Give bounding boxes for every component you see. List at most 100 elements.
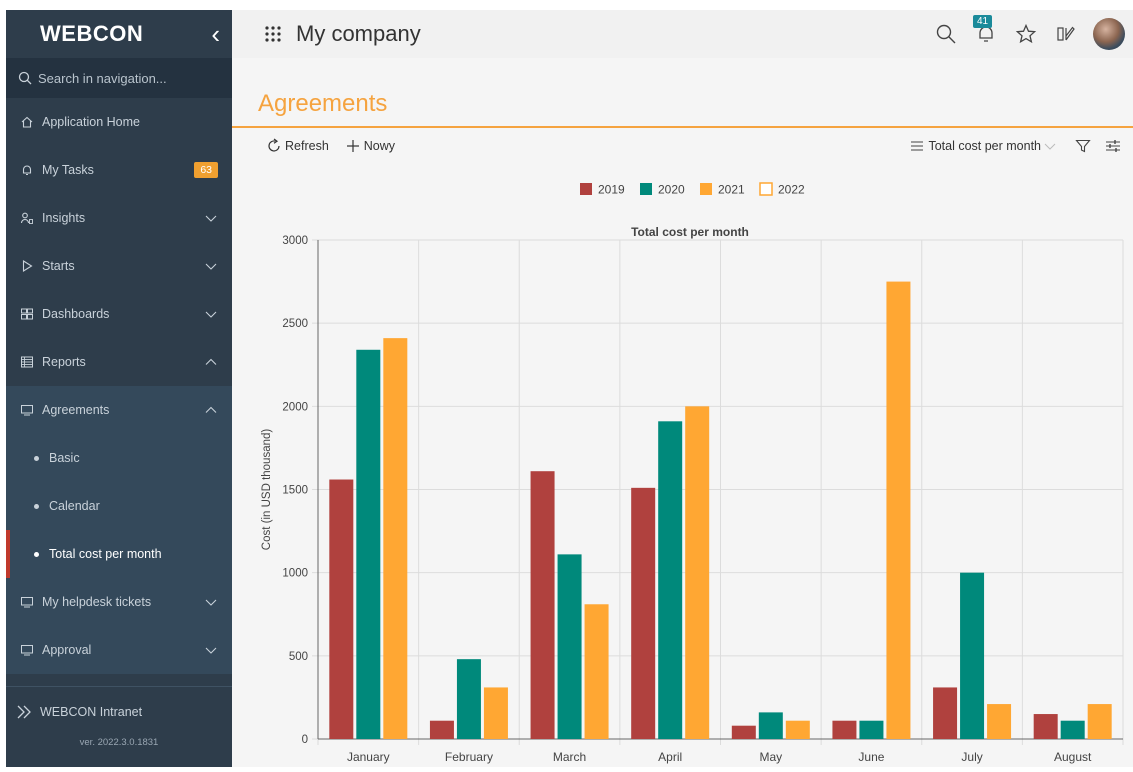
notifications-button[interactable]: 41 <box>973 15 997 45</box>
top-bar-actions: 41 <box>917 10 1125 58</box>
sidebar-item-agreements[interactable]: Agreements <box>6 386 232 434</box>
app-grid-icon[interactable] <box>262 23 284 45</box>
navigation-search-placeholder: Search in navigation... <box>38 70 167 86</box>
home-icon <box>19 114 35 130</box>
view-selector-label: Total cost per month <box>928 139 1041 153</box>
filter-icon[interactable] <box>1075 138 1091 154</box>
legend-swatch <box>700 183 712 195</box>
notification-count-badge: 41 <box>973 15 993 28</box>
new-button-label: Nowy <box>363 139 396 153</box>
y-tick-label: 0 <box>302 734 308 746</box>
sidebar-item-application-home[interactable]: Application Home <box>6 98 232 146</box>
list-icon <box>911 141 924 151</box>
bar-2020-august <box>1060 720 1085 739</box>
bar-2020-february <box>456 659 481 739</box>
y-tick-label: 2500 <box>282 318 308 330</box>
settings-sliders-icon[interactable] <box>1105 138 1121 154</box>
sidebar-subitem-label: Basic <box>49 451 80 465</box>
bar-2020-march <box>557 554 582 739</box>
navigation-search[interactable]: Search in navigation... <box>6 58 232 98</box>
sidebar-item-reports[interactable]: Reports <box>6 338 232 386</box>
report-list-icon <box>19 354 35 370</box>
monitor-icon <box>19 642 35 658</box>
app-window: WEBCON ‹ Search in navigation... Applica… <box>0 0 1133 767</box>
bar-2021-january <box>383 338 408 739</box>
collapse-sidebar-button[interactable]: ‹ <box>211 21 220 47</box>
star-icon <box>1015 23 1037 44</box>
panel-toggle-button[interactable] <box>1055 23 1077 45</box>
intranet-link[interactable]: WEBCON Intranet <box>6 687 232 737</box>
sidebar-subitem-total-cost-per-month[interactable]: Total cost per month <box>6 530 232 578</box>
legend-swatch <box>580 183 592 195</box>
y-axis-label: Cost (in USD thousand) <box>261 429 273 551</box>
y-tick-label: 1500 <box>282 485 308 497</box>
x-tick-label: March <box>553 750 586 764</box>
legend-swatch <box>759 182 773 196</box>
title-underline <box>232 126 1133 128</box>
sidebar-item-label: My helpdesk tickets <box>42 595 152 609</box>
sidebar-item-starts[interactable]: Starts <box>6 242 232 290</box>
new-button[interactable]: Nowy <box>345 138 395 154</box>
top-bar: My company 41 <box>232 10 1133 58</box>
view-selector[interactable]: Total cost per month <box>910 139 1061 153</box>
chevron-down-icon <box>1044 143 1056 150</box>
bar-2020-april <box>658 421 683 739</box>
sidebar-subitem-calendar[interactable]: Calendar <box>6 482 232 530</box>
total-cost-chart: 2019 2020 2021 2022 Total cost per month 0 500… <box>261 182 1124 764</box>
sidebar-item-approval[interactable]: Approval <box>6 626 232 674</box>
user-avatar[interactable] <box>1093 18 1125 50</box>
y-tick-label: 500 <box>289 651 308 663</box>
refresh-button[interactable]: Refresh <box>266 138 329 154</box>
bar-2021-may <box>785 720 810 739</box>
sidebar-item-dashboards[interactable]: Dashboards <box>6 290 232 338</box>
refresh-icon <box>268 138 280 152</box>
chevron-down-icon <box>205 599 217 606</box>
sidebar: WEBCON ‹ Search in navigation... Applica… <box>6 10 232 767</box>
x-tick-label: January <box>347 750 390 764</box>
sidebar-subitem-basic[interactable]: Basic <box>6 434 232 482</box>
play-icon <box>19 258 35 274</box>
reports-submenu: Agreements Basic Calendar Total cost per… <box>6 386 232 674</box>
sidebar-item-my-tasks[interactable]: My Tasks 63 <box>6 146 232 194</box>
sidebar-item-label: My Tasks <box>42 163 94 177</box>
bar-2021-february <box>483 687 508 739</box>
refresh-button-label: Refresh <box>285 139 329 153</box>
x-tick-label: August <box>1054 750 1092 764</box>
x-tick-label: February <box>445 750 493 764</box>
sidebar-item-my-helpdesk-tickets[interactable]: My helpdesk tickets <box>6 578 232 626</box>
task-count-badge: 63 <box>194 162 218 178</box>
chevron-down-icon <box>205 311 217 318</box>
main-content: Agreements Refresh Nowy Total cost per m… <box>232 58 1133 767</box>
panel-edit-icon <box>1057 26 1075 41</box>
bar-2019-january <box>329 479 354 739</box>
bar-2020-january <box>356 349 381 739</box>
y-tick-label: 1000 <box>282 568 308 580</box>
bar-2019-february <box>429 720 454 739</box>
page-title: Agreements <box>258 90 388 117</box>
monitor-icon <box>19 402 35 418</box>
sidebar-item-label: Starts <box>42 259 75 273</box>
search-icon <box>936 24 956 44</box>
bullet-icon <box>34 551 39 557</box>
monitor-icon <box>19 594 35 610</box>
sidebar-item-label: Approval <box>42 643 92 657</box>
bar-2021-july <box>987 704 1012 739</box>
favorites-button[interactable] <box>1015 23 1037 45</box>
legend-label: 2019 <box>598 183 625 197</box>
sidebar-item-label: Dashboards <box>42 307 110 321</box>
bar-2021-june <box>886 281 911 739</box>
bar-2020-june <box>859 720 884 739</box>
bell-icon <box>19 162 35 178</box>
bar-2021-april <box>685 406 710 739</box>
bar-2019-june <box>832 720 857 739</box>
chart-container: 2019 2020 2021 2022 Total cost per month 0 500… <box>232 168 1133 767</box>
sidebar-item-insights[interactable]: Insights <box>6 194 232 242</box>
legend-swatch <box>640 183 652 195</box>
global-search-button[interactable] <box>935 23 957 45</box>
bar-2019-may <box>731 725 756 739</box>
bar-2021-march <box>584 604 609 739</box>
version-label: ver. 2022.3.0.1831 <box>79 737 159 748</box>
bar-2019-august <box>1033 714 1058 739</box>
legend-label: 2022 <box>778 183 805 197</box>
chevron-down-icon <box>205 215 217 222</box>
